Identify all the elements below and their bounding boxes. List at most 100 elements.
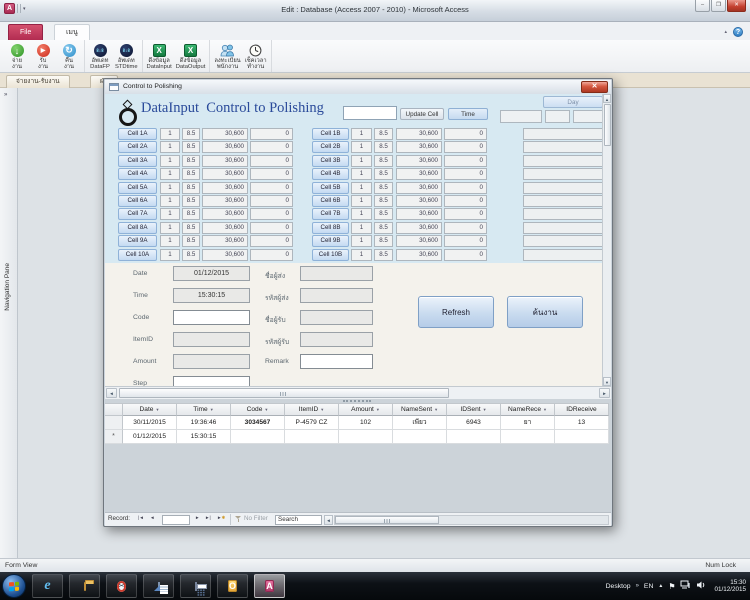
cell-button-cell-8b[interactable]: Cell 8B <box>312 222 349 234</box>
side-field[interactable] <box>523 208 603 220</box>
cell-field[interactable]: 30,600 <box>396 235 442 247</box>
cell-field[interactable]: 8.5 <box>182 249 200 261</box>
day-button[interactable]: Day <box>543 96 603 108</box>
cell-field[interactable]: 0 <box>250 208 293 220</box>
row-selector[interactable]: * <box>105 430 123 444</box>
splitter-grip-icon[interactable] <box>343 400 371 402</box>
toolbar-chevron-icon[interactable]: » <box>636 583 639 589</box>
table-cell[interactable] <box>339 430 393 444</box>
cell-field[interactable]: 1 <box>160 195 180 207</box>
cell-button-cell-5a[interactable]: Cell 5A <box>118 182 157 194</box>
cell-field[interactable]: 8.5 <box>374 141 393 153</box>
cell-field[interactable]: 30,600 <box>202 208 248 220</box>
cell-field[interactable]: 0 <box>444 168 487 180</box>
cell-button-cell-7b[interactable]: Cell 7B <box>312 208 349 220</box>
cell-field[interactable]: 1 <box>351 155 372 167</box>
update-cell-button[interactable]: Update Cell <box>400 108 444 120</box>
table-cell[interactable]: 3034567 <box>231 416 285 430</box>
side-field[interactable] <box>523 235 603 247</box>
cell-field[interactable]: 0 <box>444 128 487 140</box>
cell-field[interactable]: 8.5 <box>182 235 200 247</box>
horizontal-scroll-thumb[interactable] <box>119 388 449 398</box>
cell-button-cell-9a[interactable]: Cell 9A <box>118 235 157 247</box>
form-window-titlebar[interactable]: Control to Polishing ✕ <box>105 80 611 94</box>
table-cell[interactable] <box>285 430 339 444</box>
cell-field[interactable]: 0 <box>444 249 487 261</box>
ribbon-button-register-employee[interactable]: ลงทะเบียนพนักงาน <box>212 41 242 72</box>
table-cell[interactable] <box>231 430 285 444</box>
cell-button-cell-1a[interactable]: Cell 1A <box>118 128 157 140</box>
cell-field[interactable]: 0 <box>250 249 293 261</box>
cell-field[interactable]: 30,600 <box>202 222 248 234</box>
cell-field[interactable]: 1 <box>160 182 180 194</box>
navigation-pane-collapsed[interactable]: » Navigation Pane <box>0 88 18 558</box>
field-remark[interactable] <box>300 354 373 369</box>
cell-field[interactable]: 1 <box>160 208 180 220</box>
table-cell[interactable] <box>501 430 555 444</box>
cell-button-cell-3a[interactable]: Cell 3A <box>118 155 157 167</box>
ribbon-button-return-work[interactable]: ↻คืนงาน <box>56 41 82 72</box>
no-filter-button[interactable]: No Filter <box>235 515 268 522</box>
cell-field[interactable]: 30,600 <box>396 141 442 153</box>
cell-field[interactable]: 30,600 <box>396 155 442 167</box>
cell-field[interactable]: 8.5 <box>182 208 200 220</box>
scroll-right-icon[interactable]: ► <box>599 388 610 398</box>
cell-field[interactable]: 8.5 <box>374 222 393 234</box>
cell-button-cell-4a[interactable]: Cell 4A <box>118 168 157 180</box>
cell-field[interactable]: 0 <box>250 195 293 207</box>
cell-field[interactable]: 30,600 <box>202 195 248 207</box>
cell-field[interactable]: 1 <box>351 182 372 194</box>
cell-field[interactable]: 8.5 <box>182 222 200 234</box>
cell-field[interactable]: 8.5 <box>182 182 200 194</box>
cell-field[interactable]: 1 <box>160 141 180 153</box>
cell-button-cell-6b[interactable]: Cell 6B <box>312 195 349 207</box>
cell-field[interactable]: 30,600 <box>202 128 248 140</box>
datasheet-scroll-thumb[interactable] <box>335 516 439 524</box>
cell-field[interactable]: 8.5 <box>182 195 200 207</box>
cell-button-cell-1b[interactable]: Cell 1B <box>312 128 349 140</box>
language-indicator[interactable]: EN <box>644 583 653 590</box>
cell-button-cell-10b[interactable]: Cell 10B <box>312 249 349 261</box>
cell-button-cell-6a[interactable]: Cell 6A <box>118 195 157 207</box>
column-header-namerece[interactable]: NameRece▼ <box>501 403 555 416</box>
find-work-button[interactable]: ค้นงาน <box>507 296 583 328</box>
ribbon-button-pull-dataoutput[interactable]: Xดึงข้อมูลDataOutput <box>174 41 208 72</box>
cell-field[interactable]: 30,600 <box>396 168 442 180</box>
desktop-toolbar[interactable]: Desktop <box>606 583 631 590</box>
cell-field[interactable]: 0 <box>250 155 293 167</box>
table-cell[interactable]: เพียว <box>393 416 447 430</box>
cell-field[interactable]: 8.5 <box>374 195 393 207</box>
table-cell[interactable]: 19:36:46 <box>177 416 231 430</box>
minimize-button[interactable]: – <box>695 0 710 12</box>
table-cell[interactable]: 01/12/2015 <box>123 430 177 444</box>
cell-field[interactable]: 30,600 <box>202 168 248 180</box>
tab-file[interactable]: File <box>8 24 43 40</box>
column-header-idreceive[interactable]: IDReceive <box>555 403 609 416</box>
cell-field[interactable]: 8.5 <box>374 155 393 167</box>
cell-button-cell-3b[interactable]: Cell 3B <box>312 155 349 167</box>
cell-button-cell-4b[interactable]: Cell 4B <box>312 168 349 180</box>
cell-field[interactable]: 8.5 <box>374 249 393 261</box>
cell-button-cell-2b[interactable]: Cell 2B <box>312 141 349 153</box>
cell-field[interactable]: 1 <box>160 235 180 247</box>
search-input[interactable] <box>275 515 322 525</box>
cell-field[interactable]: 0 <box>250 182 293 194</box>
row-selector[interactable] <box>105 416 123 430</box>
show-hidden-icons-icon[interactable]: ▲ <box>658 583 663 589</box>
cell-field[interactable]: 30,600 <box>396 128 442 140</box>
volume-icon[interactable] <box>696 580 706 592</box>
table-cell[interactable] <box>555 430 609 444</box>
cell-button-cell-5b[interactable]: Cell 5B <box>312 182 349 194</box>
clock-tray[interactable]: 15:30 01/12/2015 <box>714 579 746 594</box>
cell-field[interactable]: 0 <box>444 182 487 194</box>
cell-field[interactable]: 0 <box>250 222 293 234</box>
side-field[interactable] <box>523 195 603 207</box>
taskbar-button-access[interactable]: A <box>254 574 285 598</box>
table-cell[interactable]: 102 <box>339 416 393 430</box>
cell-field[interactable]: 1 <box>160 249 180 261</box>
update-cell-input[interactable] <box>343 106 397 120</box>
table-cell[interactable]: 15:30:15 <box>177 430 231 444</box>
cell-field[interactable]: 8.5 <box>374 235 393 247</box>
day-field[interactable] <box>545 110 570 123</box>
table-cell[interactable]: 13 <box>555 416 609 430</box>
